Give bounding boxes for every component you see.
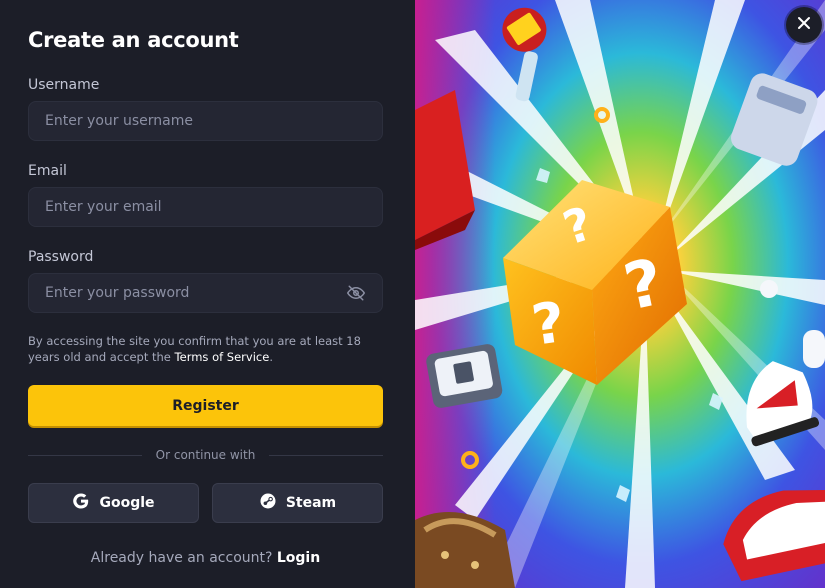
- signup-panel: Create an account Username Email Passwor…: [0, 0, 415, 588]
- email-input[interactable]: [45, 199, 366, 215]
- divider-line-right: [269, 454, 383, 456]
- login-prompt-row: Already have an account? Login: [28, 550, 383, 566]
- login-link[interactable]: Login: [277, 550, 320, 566]
- terms-notice: By accessing the site you confirm that y…: [28, 333, 388, 365]
- register-button[interactable]: Register: [28, 385, 383, 426]
- illustration-svg: ? ? ?: [415, 0, 825, 588]
- password-field-wrapper: [28, 273, 383, 313]
- email-field-wrapper: [28, 187, 383, 227]
- mystery-box-illustration: ? ? ?: [415, 0, 825, 588]
- google-label: Google: [99, 495, 155, 511]
- steam-label: Steam: [285, 495, 337, 511]
- google-icon: [72, 492, 90, 514]
- password-input[interactable]: [45, 285, 346, 301]
- terms-suffix: .: [269, 350, 273, 364]
- google-login-button[interactable]: Google: [28, 483, 199, 523]
- social-divider: Or continue with: [28, 447, 383, 463]
- username-field-wrapper: [28, 101, 383, 141]
- email-label: Email: [28, 163, 67, 179]
- steam-icon: [259, 492, 277, 514]
- divider-line-left: [28, 454, 142, 456]
- close-button[interactable]: [786, 7, 822, 43]
- eye-off-icon[interactable]: [346, 283, 366, 303]
- form-title: Create an account: [28, 28, 239, 52]
- steam-login-button[interactable]: Steam: [212, 483, 383, 523]
- login-prompt: Already have an account?: [90, 550, 273, 566]
- username-input[interactable]: [45, 113, 366, 129]
- password-label: Password: [28, 249, 94, 265]
- username-label: Username: [28, 77, 100, 93]
- terms-of-service-link[interactable]: Terms of Service: [175, 350, 270, 364]
- divider-text: Or continue with: [155, 448, 256, 462]
- close-icon: [796, 15, 812, 36]
